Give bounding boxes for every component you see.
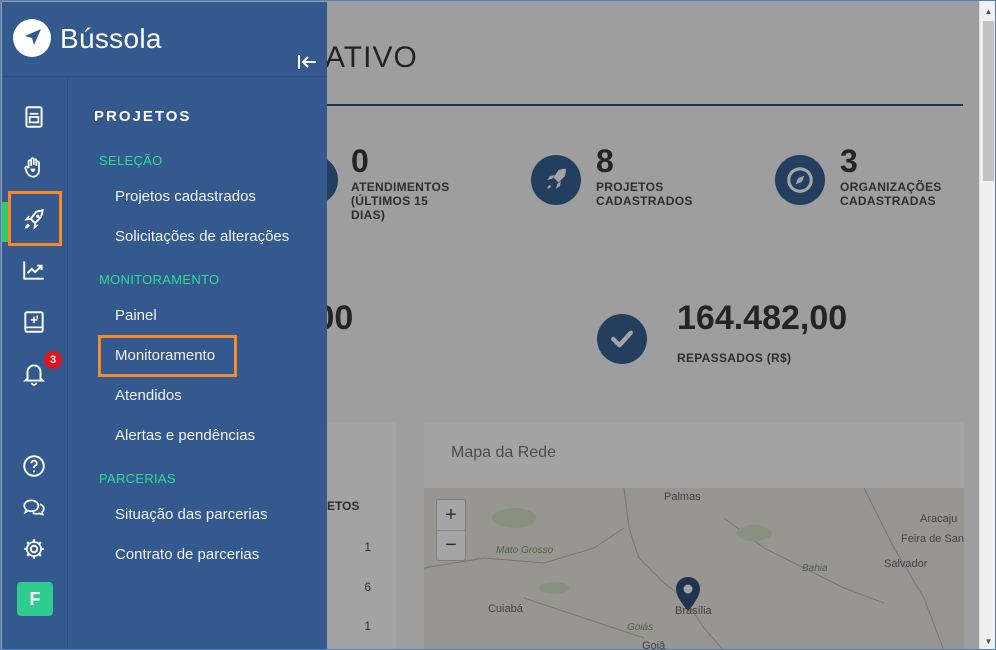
- menu-item-atendidos[interactable]: Atendidos: [115, 387, 182, 404]
- brand-header: Bússola: [2, 2, 327, 77]
- scroll-thumb[interactable]: [983, 21, 994, 181]
- section-parcerias: PARCERIAS: [99, 471, 176, 486]
- menu-item-situacao-parcerias[interactable]: Situação das parcerias: [115, 506, 268, 523]
- menu-heading: PROJETOS: [94, 108, 192, 125]
- menu-item-solicitacoes-alteracoes[interactable]: Solicitações de alterações: [115, 228, 289, 245]
- brand-name[interactable]: Bússola: [60, 23, 162, 55]
- compass-logo-icon[interactable]: [13, 19, 51, 57]
- page-scrollbar[interactable]: ▲ ▼: [979, 1, 995, 649]
- menu-item-painel[interactable]: Painel: [115, 307, 157, 324]
- help-icon[interactable]: [15, 447, 53, 485]
- menu-item-contrato-parcerias[interactable]: Contrato de parcerias: [115, 546, 259, 563]
- user-avatar[interactable]: F: [17, 582, 53, 616]
- app-window: ATIVO 0 ATENDIMENTOS (ÚLTIMOS 15 DIAS) 8…: [0, 0, 996, 650]
- hand-heart-icon[interactable]: [15, 148, 53, 186]
- collapse-sidebar-icon[interactable]: [296, 52, 318, 72]
- scroll-down-icon[interactable]: ▼: [980, 633, 995, 649]
- menu-item-projetos-cadastrados[interactable]: Projetos cadastrados: [115, 188, 256, 205]
- section-monitoramento: MONITORAMENTO: [99, 272, 220, 287]
- trend-chart-icon[interactable]: [15, 251, 53, 289]
- scroll-up-icon[interactable]: ▲: [980, 3, 995, 19]
- sidebar: Bússola 3 F PROJETOS SELEÇÃO Projetos ca…: [2, 2, 327, 649]
- menu-item-alertas-pendencias[interactable]: Alertas e pendências: [115, 427, 255, 444]
- document-icon[interactable]: [15, 98, 53, 136]
- notification-badge: 3: [44, 351, 62, 369]
- gear-icon[interactable]: [15, 530, 53, 568]
- monitoramento-highlight: [98, 335, 237, 377]
- rocket-nav-highlight: [8, 191, 62, 246]
- projetos-menu: PROJETOS SELEÇÃO Projetos cadastrados So…: [68, 77, 327, 649]
- section-selecao: SELEÇÃO: [99, 153, 163, 168]
- chat-icon[interactable]: [15, 489, 53, 527]
- report-book-icon[interactable]: [15, 303, 53, 341]
